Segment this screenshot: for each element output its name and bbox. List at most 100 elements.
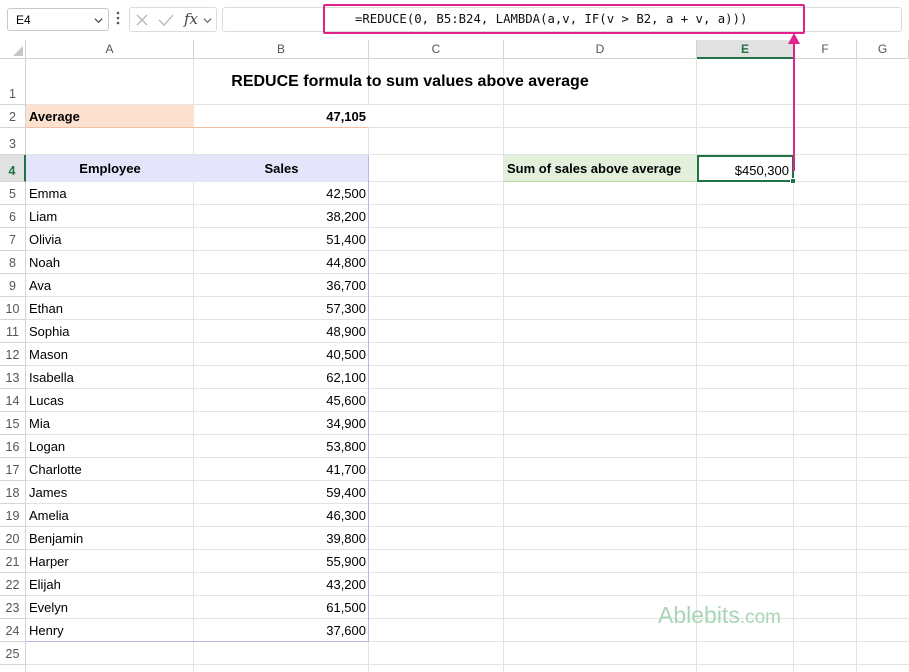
name-box[interactable]: E4 (7, 8, 109, 31)
sales-cell[interactable]: 62,100 (194, 366, 369, 389)
employee-cell[interactable]: Emma (26, 182, 194, 205)
sales-cell[interactable]: 34,900 (194, 412, 369, 435)
row-header-24[interactable]: 24 (0, 619, 26, 642)
sales-cell[interactable]: 42,500 (194, 182, 369, 205)
column-header-e[interactable]: E (697, 40, 794, 59)
row-header-26[interactable]: 26 (0, 665, 26, 672)
employee-cell[interactable]: Logan (26, 435, 194, 458)
row-header-25[interactable]: 25 (0, 642, 26, 665)
employee-cell[interactable]: Amelia (26, 504, 194, 527)
row-number: 14 (5, 394, 20, 408)
row-header-14[interactable]: 14 (0, 389, 26, 412)
row-number: 1 (9, 87, 16, 101)
sales-cell[interactable]: 37,600 (194, 619, 369, 642)
fill-handle[interactable] (790, 178, 796, 184)
row-header-7[interactable]: 7 (0, 228, 26, 251)
sales-cell[interactable]: 39,800 (194, 527, 369, 550)
employee-cell[interactable]: Elijah (26, 573, 194, 596)
sheet-title[interactable]: REDUCE formula to sum values above avera… (26, 59, 794, 105)
row-number: 15 (5, 417, 20, 431)
row-header-20[interactable]: 20 (0, 527, 26, 550)
sales-cell[interactable]: 53,800 (194, 435, 369, 458)
sales-header-cell[interactable]: Sales (194, 155, 369, 182)
row-header-13[interactable]: 13 (0, 366, 26, 389)
ablebits-logo: Ablebits.com (658, 602, 781, 629)
row-header-11[interactable]: 11 (0, 320, 26, 343)
sales-cell[interactable]: 55,900 (194, 550, 369, 573)
formula-text[interactable]: =REDUCE(0, B5:B24, LAMBDA(a,v, IF(v > B2… (355, 12, 747, 26)
employee-cell[interactable]: Liam (26, 205, 194, 228)
row-header-8[interactable]: 8 (0, 251, 26, 274)
sales-cell[interactable]: 36,700 (194, 274, 369, 297)
sales-cell[interactable]: 48,900 (194, 320, 369, 343)
sales-cell[interactable]: 57,300 (194, 297, 369, 320)
row-header-3[interactable]: 3 (0, 128, 26, 155)
employee-cell[interactable]: Charlotte (26, 458, 194, 481)
name-box-value: E4 (16, 13, 31, 27)
select-all-corner[interactable] (0, 40, 26, 59)
row-header-12[interactable]: 12 (0, 343, 26, 366)
cancel-icon[interactable] (135, 13, 149, 27)
chevron-down-icon[interactable] (94, 16, 103, 25)
row-header-2[interactable]: 2 (0, 105, 26, 128)
sales-cell[interactable]: 43,200 (194, 573, 369, 596)
sales-cell[interactable]: 59,400 (194, 481, 369, 504)
checkmark-icon[interactable] (158, 13, 174, 27)
row-number: 6 (9, 210, 16, 224)
row-header-10[interactable]: 10 (0, 297, 26, 320)
row-header-1[interactable]: 1 (0, 59, 26, 105)
sum-label-cell[interactable]: Sum of sales above average (504, 155, 697, 182)
sales-cell[interactable]: 41,700 (194, 458, 369, 481)
row-header-17[interactable]: 17 (0, 458, 26, 481)
sales-cell[interactable]: 45,600 (194, 389, 369, 412)
employee-cell[interactable]: Isabella (26, 366, 194, 389)
row-header-21[interactable]: 21 (0, 550, 26, 573)
employee-cell[interactable]: Lucas (26, 389, 194, 412)
employee-cell[interactable]: Sophia (26, 320, 194, 343)
employee-cell[interactable]: Noah (26, 251, 194, 274)
more-options-icon[interactable] (116, 10, 120, 26)
sales-cell[interactable]: 46,300 (194, 504, 369, 527)
sales-cell[interactable]: 40,500 (194, 343, 369, 366)
row-number: 2 (9, 110, 16, 124)
sales-cell[interactable]: 38,200 (194, 205, 369, 228)
column-header-b[interactable]: B (194, 40, 369, 59)
employee-cell[interactable]: Ava (26, 274, 194, 297)
sales-cell[interactable]: 61,500 (194, 596, 369, 619)
sales-cell[interactable]: 44,800 (194, 251, 369, 274)
row-header-18[interactable]: 18 (0, 481, 26, 504)
row-header-15[interactable]: 15 (0, 412, 26, 435)
sum-value-cell[interactable]: $450,300 (697, 155, 794, 182)
row-header-6[interactable]: 6 (0, 205, 26, 228)
employee-cell[interactable]: Evelyn (26, 596, 194, 619)
row-number: 8 (9, 256, 16, 270)
average-value-cell[interactable]: 47,105 (194, 105, 369, 128)
employee-cell[interactable]: Mason (26, 343, 194, 366)
column-header-a[interactable]: A (26, 40, 194, 59)
formula-controls: fx (129, 7, 217, 32)
insert-function-icon[interactable]: fx (184, 10, 198, 28)
row-header-23[interactable]: 23 (0, 596, 26, 619)
employee-cell[interactable]: Henry (26, 619, 194, 642)
employee-cell[interactable]: Harper (26, 550, 194, 573)
employee-cell[interactable]: Olivia (26, 228, 194, 251)
column-header-d[interactable]: D (504, 40, 697, 59)
employee-cell[interactable]: Ethan (26, 297, 194, 320)
employee-cell[interactable]: Benjamin (26, 527, 194, 550)
sales-cell[interactable]: 51,400 (194, 228, 369, 251)
row-number: 22 (5, 578, 20, 592)
column-header-c[interactable]: C (369, 40, 504, 59)
chevron-down-icon[interactable] (203, 16, 212, 25)
employee-header-cell[interactable]: Employee (26, 155, 194, 182)
row-header-16[interactable]: 16 (0, 435, 26, 458)
employee-cell[interactable]: Mia (26, 412, 194, 435)
column-header-g[interactable]: G (857, 40, 909, 59)
row-header-5[interactable]: 5 (0, 182, 26, 205)
row-header-22[interactable]: 22 (0, 573, 26, 596)
row-header-19[interactable]: 19 (0, 504, 26, 527)
column-header-f[interactable]: F (794, 40, 857, 59)
row-header-9[interactable]: 9 (0, 274, 26, 297)
average-label-cell[interactable]: Average (26, 105, 194, 128)
employee-cell[interactable]: James (26, 481, 194, 504)
row-header-4[interactable]: 4 (0, 155, 26, 182)
